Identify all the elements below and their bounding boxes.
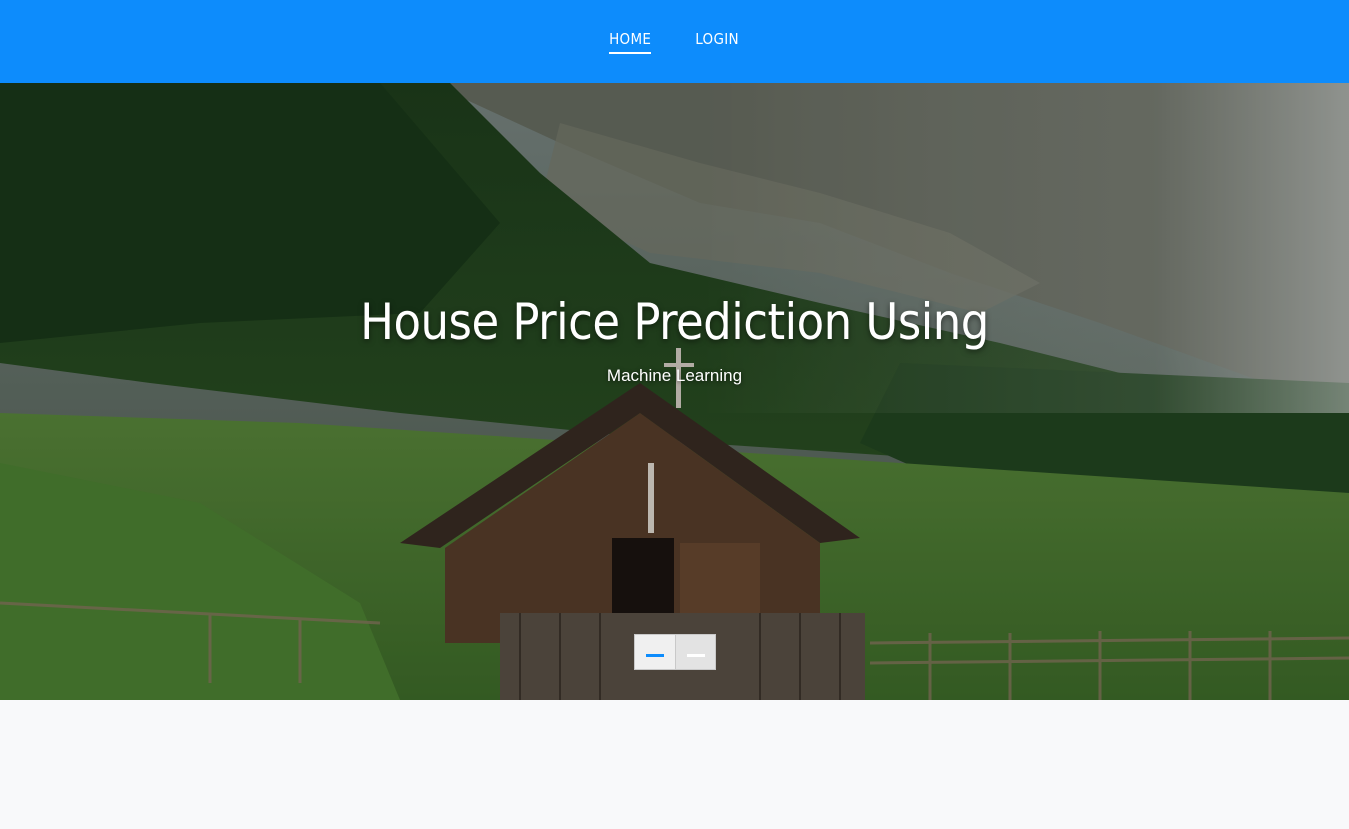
carousel-indicators <box>634 634 716 670</box>
carousel-indicator-2[interactable] <box>675 635 715 669</box>
nav-item-login: LOGIN <box>695 30 739 54</box>
indicator-bar <box>646 654 664 657</box>
nav-list: HOME LOGIN <box>609 30 739 54</box>
hero-banner: House Price Prediction Using Machine Lea… <box>0 83 1349 700</box>
indicator-bar <box>686 654 705 657</box>
top-navbar: HOME LOGIN <box>0 0 1349 83</box>
nav-link-home[interactable]: HOME <box>609 30 652 54</box>
hero-title: House Price Prediction Using <box>360 293 989 351</box>
page-content-area <box>0 700 1349 829</box>
nav-item-home: HOME <box>609 30 652 54</box>
nav-link-login[interactable]: LOGIN <box>695 30 739 54</box>
carousel-indicator-1[interactable] <box>635 635 675 669</box>
hero-subtitle: Machine Learning <box>606 366 743 385</box>
hero-overlay <box>0 83 1349 700</box>
